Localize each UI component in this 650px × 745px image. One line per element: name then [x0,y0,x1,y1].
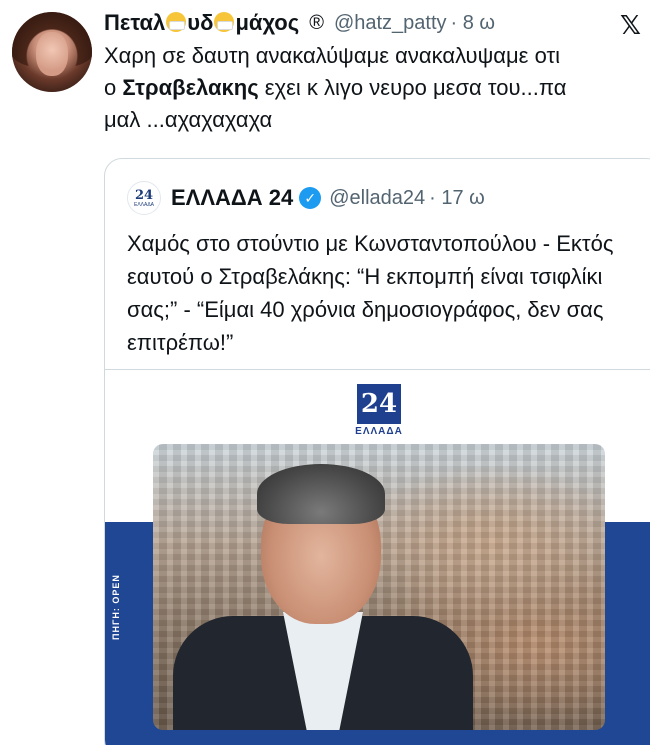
ellada24-logo-text: ΕΛΛΑΔΑ [355,426,403,437]
photo-person-hair [257,464,385,524]
ellada24-logo: 24 [357,384,401,424]
tweet-text: Χαρη σε δαυτη ανακαλύψαμε ανακαλυψαμε οτ… [104,40,644,136]
photo-source-label: ΠΗΓΗ: OPEN [111,574,121,640]
tweet-header: Πεταλ υδ μάχος ® @hatz_patty · 8 ω [104,8,495,38]
quoted-author-handle[interactable]: @ellada24 [329,187,425,210]
mask-emoji-icon [214,12,235,32]
tweet-text-line-2: ο Στραβελακης εχει κ λιγο νευρο μεσα του… [104,75,567,100]
quoted-author-avatar[interactable]: 24 ΕΛΛΑΔΑ [127,181,161,215]
avatar-face [36,32,68,76]
quoted-tweet-header: 24 ΕΛΛΑΔΑ ΕΛΛΑΔΑ 24 ✓ @ellada24 · 17 ω [127,181,485,215]
x-logo-icon: 𝕏 [620,10,641,40]
verified-badge-icon: ✓ [299,187,322,209]
quoted-tweet-media[interactable]: 24 ΕΛΛΑΔΑ ΠΗΓΗ: OPEN [105,369,650,745]
mentioned-name: Στραβελακης [122,75,259,100]
author-display-name[interactable]: Πεταλ υδ μάχος [104,10,299,36]
quoted-author-name[interactable]: ΕΛΛΑΔΑ 24 [171,185,293,211]
registered-badge-icon: ® [309,11,324,34]
tweet-text-line-3: μαλ ...αχαχαχαχα [104,107,273,132]
tweet-text-line-1: Χαρη σε δαυτη ανακαλύψαμε ανακαλυψαμε οτ… [104,43,561,68]
author-handle[interactable]: @hatz_patty [334,12,447,35]
author-avatar[interactable] [12,12,92,92]
quoted-tweet-time[interactable]: · 17 ω [429,187,485,210]
quoted-tweet-text: Χαμός στο στούντιο με Κωνσταντοπούλου - … [127,231,614,355]
mask-emoji-icon [166,12,187,32]
news-photo [153,444,605,730]
quoted-tweet-card[interactable]: 24 ΕΛΛΑΔΑ ΕΛΛΑΔΑ 24 ✓ @ellada24 · 17 ω Χ… [104,158,650,745]
tweet-time[interactable]: · 8 ω [451,12,496,35]
